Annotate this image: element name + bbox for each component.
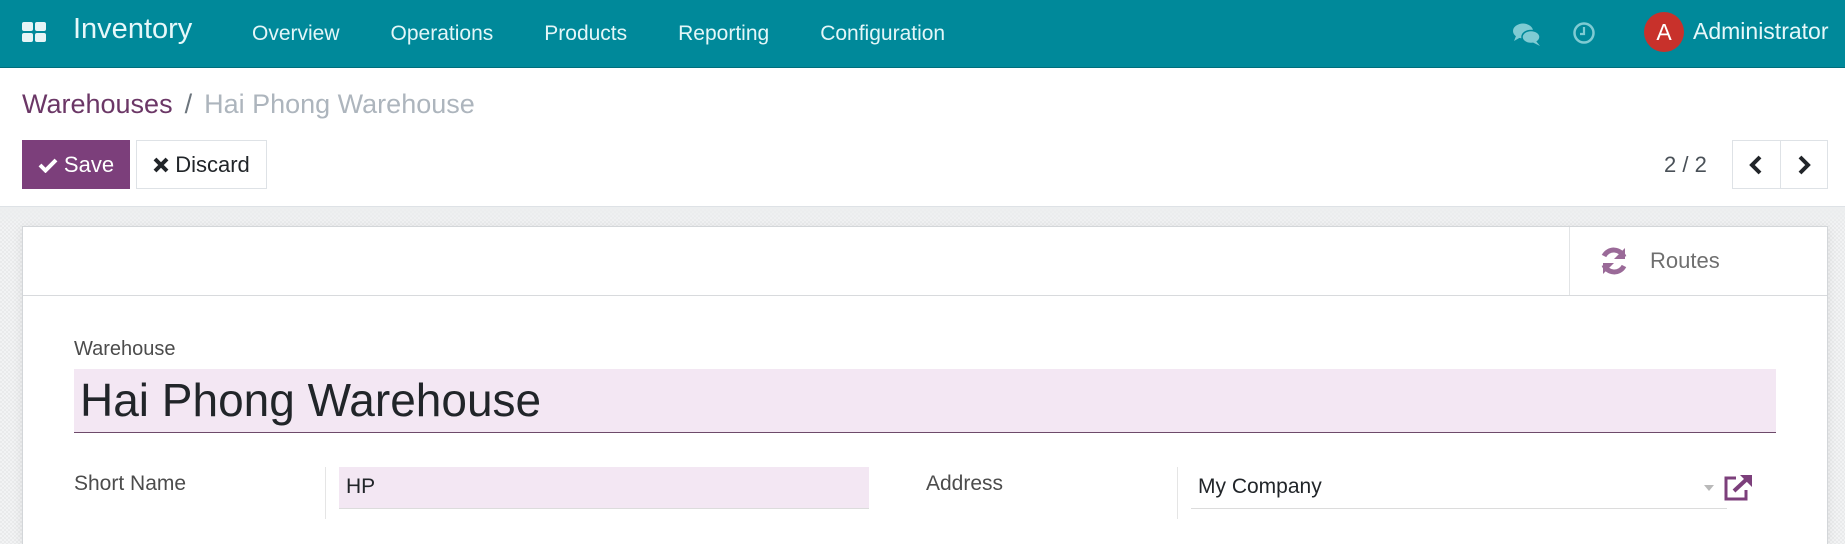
short-name-input[interactable]: HP (339, 467, 869, 509)
app-title[interactable]: Inventory (73, 13, 192, 46)
pager-next-button[interactable] (1779, 141, 1828, 188)
warehouse-name-input[interactable]: Hai Phong Warehouse (74, 369, 1776, 433)
pager-previous-button[interactable] (1733, 141, 1780, 188)
breadcrumb-separator: / (184, 89, 193, 119)
main-menu: Overview Operations Products Reporting C… (252, 0, 996, 68)
clock-icon[interactable] (1572, 21, 1596, 45)
form-sheet: Routes Warehouse Hai Phong Warehouse Sho… (22, 226, 1828, 544)
short-name-label: Short Name (74, 472, 187, 495)
dropdown-caret-icon[interactable] (1704, 485, 1714, 491)
menu-item-overview[interactable]: Overview (252, 22, 340, 46)
address-select[interactable]: My Company (1191, 467, 1727, 509)
field-divider (325, 467, 326, 519)
user-menu[interactable]: Administrator (1693, 18, 1828, 45)
pager-value[interactable]: 2 / 2 (1664, 152, 1707, 178)
refresh-icon (1601, 247, 1627, 275)
routes-button[interactable]: Routes (1569, 227, 1827, 295)
menu-item-reporting[interactable]: Reporting (678, 22, 769, 46)
field-divider (1177, 467, 1178, 519)
menu-item-products[interactable]: Products (544, 22, 627, 46)
check-icon (38, 158, 58, 173)
chevron-right-icon (1798, 155, 1811, 174)
top-navbar: Inventory Overview Operations Products R… (0, 0, 1845, 68)
button-box: Routes (23, 227, 1827, 296)
menu-item-configuration[interactable]: Configuration (820, 22, 945, 46)
menu-item-operations[interactable]: Operations (391, 22, 494, 46)
breadcrumb: Warehouses / Hai Phong Warehouse (22, 89, 475, 120)
breadcrumb-warehouses[interactable]: Warehouses (22, 89, 173, 120)
address-label: Address (926, 472, 1004, 495)
apps-grid-icon[interactable] (22, 22, 48, 44)
chat-icon[interactable] (1512, 22, 1542, 48)
external-link-icon[interactable] (1722, 474, 1754, 502)
pager-buttons (1732, 140, 1828, 189)
save-button-label: Save (63, 151, 115, 177)
routes-label: Routes (1650, 248, 1720, 273)
control-panel: Warehouses / Hai Phong Warehouse Save Di… (0, 69, 1845, 207)
save-button[interactable]: Save (22, 140, 130, 189)
close-icon (153, 157, 169, 172)
breadcrumb-current: Hai Phong Warehouse (204, 89, 475, 119)
warehouse-name-label: Warehouse (74, 338, 176, 360)
discard-button-label: Discard (175, 151, 250, 177)
discard-button[interactable]: Discard (136, 140, 267, 189)
chevron-left-icon (1749, 155, 1762, 174)
user-avatar[interactable]: A (1644, 12, 1684, 52)
